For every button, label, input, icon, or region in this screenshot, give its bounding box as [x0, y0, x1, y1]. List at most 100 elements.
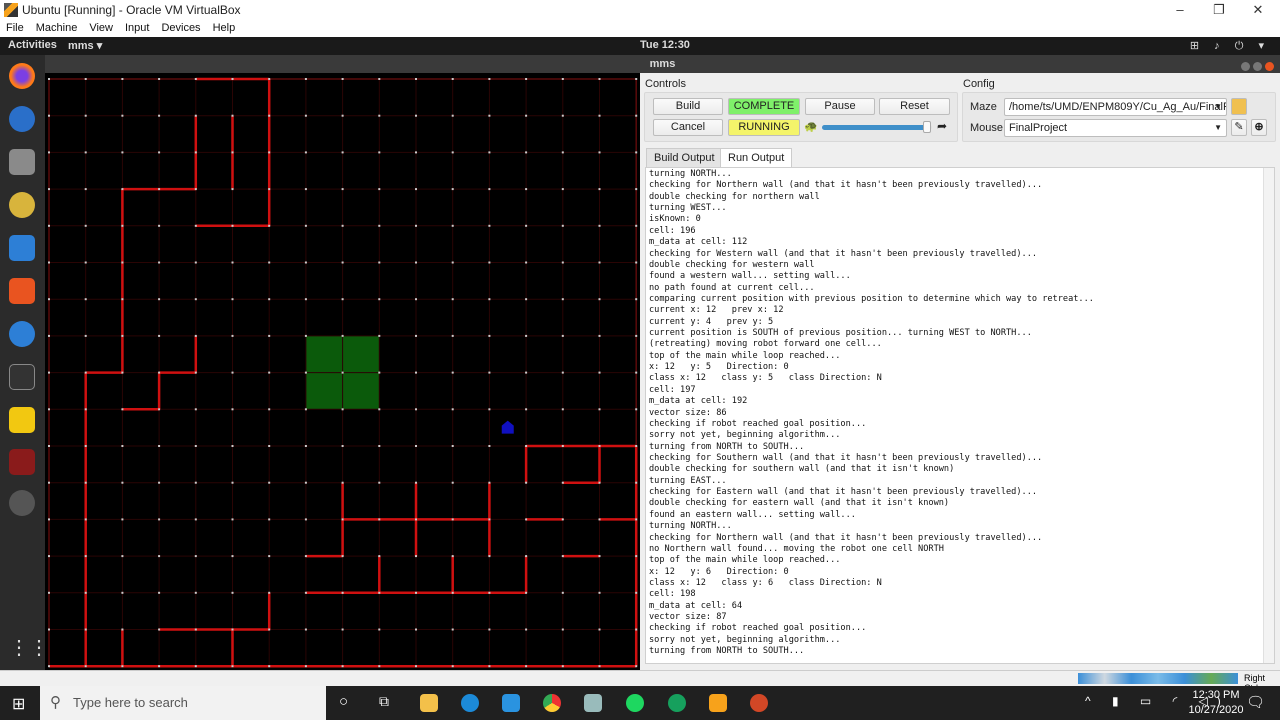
- maze-post: [598, 261, 601, 264]
- maze-post: [598, 298, 601, 301]
- menu-file[interactable]: File: [6, 22, 24, 34]
- log-line: double checking for southern wall (and t…: [649, 464, 955, 475]
- clock[interactable]: Tue 12:30: [640, 39, 690, 51]
- close-button[interactable]: ✕: [1238, 0, 1278, 19]
- menu-help[interactable]: Help: [213, 22, 236, 34]
- mail-icon[interactable]: [502, 694, 520, 712]
- maze-post: [415, 114, 417, 117]
- cortana-icon[interactable]: ○: [339, 693, 348, 710]
- file-explorer-icon[interactable]: [420, 694, 438, 712]
- maze-post: [598, 518, 601, 521]
- windows-start-icon[interactable]: ⊞: [12, 694, 25, 714]
- thunderbird-icon[interactable]: [9, 106, 35, 132]
- writer-icon[interactable]: [9, 235, 35, 261]
- ubuntu-dock: ⋮⋮: [0, 55, 49, 670]
- menu-input[interactable]: Input: [125, 22, 149, 34]
- maze-post: [635, 224, 638, 227]
- menu-machine[interactable]: Machine: [36, 22, 78, 34]
- log-line: found an eastern wall... setting wall...: [649, 509, 856, 520]
- system-tray[interactable]: ⊞ ♪ ⏻ ▾: [1190, 39, 1270, 53]
- run-output-log[interactable]: turning NORTH... checking for Northern wa…: [645, 167, 1275, 664]
- taskbar-search[interactable]: ⚲ Type here to search: [40, 686, 326, 720]
- maze-post: [194, 371, 197, 374]
- maze-post: [268, 371, 271, 374]
- minimize-button[interactable]: [1241, 62, 1250, 71]
- app-menu[interactable]: mms ▾: [68, 39, 102, 52]
- maze-post: [451, 518, 454, 521]
- maze-post: [84, 518, 87, 521]
- minimize-button[interactable]: –: [1160, 0, 1200, 19]
- chrome-icon[interactable]: [543, 694, 561, 712]
- maze-post: [341, 151, 344, 154]
- maze-post: [48, 371, 50, 374]
- terminal-icon[interactable]: [9, 364, 35, 390]
- vm-status-icons[interactable]: [1078, 673, 1238, 684]
- maze-post: [48, 224, 50, 227]
- edge-icon[interactable]: [461, 694, 479, 712]
- task-view-icon[interactable]: ⧉: [379, 693, 389, 710]
- tab-build-output[interactable]: Build Output: [646, 148, 723, 168]
- help-icon[interactable]: [9, 321, 35, 347]
- notifications-icon[interactable]: 🗨: [1246, 693, 1265, 711]
- spotify-icon[interactable]: [626, 694, 644, 712]
- maze-post: [451, 298, 454, 301]
- maze-post: [525, 481, 528, 484]
- close-button[interactable]: [1265, 62, 1274, 71]
- mouse-select[interactable]: FinalProject ▼: [1004, 119, 1227, 137]
- activities-button[interactable]: Activities: [8, 39, 57, 51]
- show-apps-icon[interactable]: ⋮⋮: [9, 635, 49, 661]
- maze-post: [415, 481, 417, 484]
- maze-post: [488, 665, 491, 668]
- taskbar-time[interactable]: 12:30 PM: [1188, 689, 1244, 701]
- maze-post: [635, 261, 638, 264]
- maze-post: [48, 518, 50, 521]
- speed-slider-handle[interactable]: [922, 121, 931, 133]
- pause-button[interactable]: Pause: [805, 98, 875, 115]
- tab-run-output[interactable]: Run Output: [720, 148, 793, 168]
- taskbar-date[interactable]: 10/27/2020: [1182, 704, 1250, 716]
- maze-post: [378, 628, 381, 631]
- speed-slider[interactable]: [822, 121, 932, 133]
- maze-post: [598, 445, 601, 447]
- maze-post: [48, 78, 50, 80]
- log-scrollbar[interactable]: [1263, 168, 1274, 663]
- maze-post: [194, 555, 197, 558]
- menu-view[interactable]: View: [89, 22, 113, 34]
- maze-post: [121, 371, 124, 374]
- software-icon[interactable]: [9, 278, 35, 304]
- rhythmbox-icon[interactable]: [9, 192, 35, 218]
- cancel-button[interactable]: Cancel: [653, 119, 723, 136]
- add-mouse-icon[interactable]: ⊕: [1251, 119, 1267, 136]
- firefox-icon[interactable]: [9, 63, 35, 89]
- log-line: top of the main while loop reached...: [649, 555, 841, 566]
- maze-post: [231, 408, 234, 411]
- virtualbox-logo-icon: [4, 2, 18, 17]
- log-line: current x: 12 prev x: 12: [649, 305, 784, 316]
- maze-post: [194, 78, 197, 80]
- virtualbox-icon[interactable]: [584, 694, 602, 712]
- mms-icon[interactable]: [9, 449, 35, 475]
- folder-icon[interactable]: [1231, 98, 1247, 115]
- menu-devices[interactable]: Devices: [161, 22, 200, 34]
- log-line: checking for Southern wall (and that it …: [649, 452, 1043, 463]
- hangouts-icon[interactable]: [668, 694, 686, 712]
- maze-post: [451, 555, 454, 558]
- updater-icon[interactable]: [9, 490, 35, 516]
- sticky-notes-icon[interactable]: [9, 407, 35, 433]
- maze-post: [268, 188, 271, 191]
- maze-select[interactable]: /home/ts/UMD/ENPM809Y/Cu_Ag_Au/FinalPr ▼: [1004, 98, 1227, 116]
- build-button[interactable]: Build: [653, 98, 723, 115]
- maze-post: [451, 481, 454, 484]
- reset-button[interactable]: Reset: [879, 98, 950, 115]
- maze-post: [304, 114, 307, 117]
- files-icon[interactable]: [9, 149, 35, 175]
- maze-post: [121, 555, 124, 558]
- edit-icon[interactable]: ✎: [1231, 119, 1247, 136]
- maximize-button[interactable]: ❐: [1199, 0, 1239, 19]
- log-line: no Northern wall found... moving the rob…: [649, 543, 944, 554]
- maximize-button[interactable]: [1253, 62, 1262, 71]
- maze-post: [525, 261, 528, 264]
- powerpoint-icon[interactable]: [750, 694, 768, 712]
- maze-post: [121, 408, 124, 411]
- matlab-icon[interactable]: [709, 694, 727, 712]
